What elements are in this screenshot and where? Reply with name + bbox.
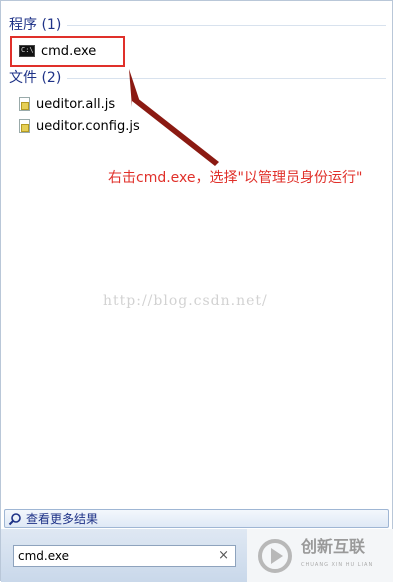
see-more-results-label: 查看更多结果 <box>26 512 99 526</box>
result-item-ueditor-all[interactable]: ueditor.all.js <box>19 94 115 114</box>
js-file-icon <box>19 97 30 111</box>
result-item-label: ueditor.config.js <box>36 118 140 134</box>
watermark-text: http://blog.csdn.net/ <box>103 293 268 309</box>
result-item-label: ueditor.all.js <box>36 96 116 112</box>
search-icon <box>8 512 21 525</box>
cmd-highlight-box <box>10 36 125 67</box>
start-menu-search-results: 程序 (1) C:\ cmd.exe 文件 (2) ueditor.all.js… <box>0 0 393 582</box>
annotation-text: 右击cmd.exe，选择"以管理员身份运行" <box>108 170 363 186</box>
js-file-icon <box>19 119 30 133</box>
programs-group-header[interactable]: 程序 (1) <box>9 16 61 34</box>
logo-subtitle: CHUANG XIN HU LIAN <box>301 561 374 568</box>
programs-divider <box>67 25 386 26</box>
logo-mark-icon <box>258 538 292 573</box>
search-input[interactable] <box>18 549 208 563</box>
logo-wordmark: 创新互联 CHUANG XIN HU LIAN <box>301 536 374 573</box>
annotation-arrow <box>129 69 219 166</box>
brand-logo: 创新互联 CHUANG XIN HU LIAN <box>247 529 393 582</box>
files-group-header[interactable]: 文件 (2) <box>9 69 61 87</box>
files-divider <box>67 78 386 79</box>
see-more-results-button[interactable]: 查看更多结果 <box>4 509 389 528</box>
search-input-box[interactable]: × <box>13 545 236 567</box>
logo-name: 创新互联 <box>301 536 366 556</box>
clear-search-icon[interactable]: × <box>218 548 229 563</box>
result-item-ueditor-config[interactable]: ueditor.config.js <box>19 116 140 136</box>
